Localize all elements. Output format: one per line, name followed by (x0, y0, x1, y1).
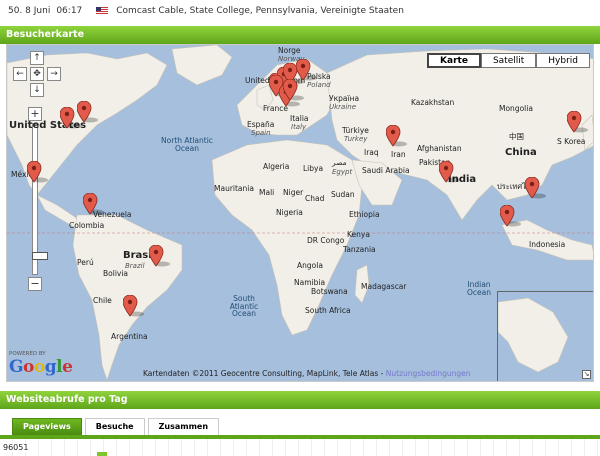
map-label-italy: Italia (290, 114, 309, 123)
visitor-marker-icon[interactable] (525, 177, 547, 199)
map-label-spain-sub: Spain (251, 129, 271, 137)
us-flag-icon (96, 7, 109, 15)
map-label-tanzania: Tanzania (343, 245, 376, 254)
map-label-poland-sub: Poland (307, 81, 331, 89)
visitor-marker-icon[interactable] (149, 245, 171, 267)
map-label-mongolia: Mongolia (499, 104, 533, 113)
last-visit-line: 50. 8 Juni 06:17 Comcast Cable, State Co… (0, 0, 600, 22)
map-label-italy-sub: Italy (291, 123, 307, 131)
pan-left-button[interactable]: ← (13, 67, 27, 81)
map-label-kenya: Kenya (347, 230, 370, 239)
map-label-niger: Niger (283, 188, 304, 197)
visit-date: 50. 8 Juni (8, 6, 51, 16)
map-label-korea: S Korea (557, 137, 586, 146)
map-label-south-africa: South Africa (305, 306, 351, 315)
map-label-indian-ocean: Indian Ocean (467, 280, 491, 297)
map-label-botswana: Botswana (311, 287, 348, 296)
map-label-chile: Chile (93, 296, 112, 305)
map-label-angola: Angola (297, 261, 323, 270)
map-label-south-atlantic: South Atlantic Ocean (229, 294, 259, 318)
google-logo-word: Google (9, 357, 73, 377)
overview-toggle-icon[interactable]: ↘ (582, 370, 591, 379)
visitor-marker-icon[interactable] (77, 101, 99, 123)
zoom-out-button[interactable]: − (28, 277, 42, 291)
map-label-mali: Mali (259, 188, 275, 197)
overview-map-shapes (497, 297, 569, 373)
visit-location: Comcast Cable, State College, Pennsylvan… (116, 6, 404, 16)
map-label-ukraine-sub: Ukraine (329, 103, 357, 111)
visitor-marker-icon[interactable] (83, 193, 105, 215)
pan-control: ↑ ← ✥ → ↓ (9, 51, 65, 101)
tab-pageviews[interactable]: Pageviews (12, 418, 82, 436)
google-logo[interactable]: POWERED BY Google (9, 351, 73, 377)
visitor-marker-icon[interactable] (296, 59, 318, 81)
map-type-map-button[interactable]: Karte (427, 53, 481, 68)
map-label-argentina: Argentina (111, 332, 148, 341)
visitor-marker-icon[interactable] (439, 161, 461, 183)
pan-center-button[interactable]: ✥ (30, 67, 44, 81)
map-label-libya: Libya (303, 164, 324, 173)
pan-right-button[interactable]: → (47, 67, 61, 81)
map-label-egypt-sub: Egypt (332, 168, 353, 176)
map-label-namibia: Namibia (294, 278, 326, 287)
map-label-afghanistan: Afghanistan (417, 144, 462, 153)
map-label-algeria: Algeria (263, 162, 290, 171)
tab-visits[interactable]: Besuche (84, 418, 145, 436)
map-label-turkey-sub: Turkey (344, 135, 368, 143)
visitor-marker-icon[interactable] (123, 295, 145, 317)
map-label-nigeria: Nigeria (276, 208, 303, 217)
map-label-bolivia: Bolivia (103, 269, 129, 278)
visitor-map[interactable]: Karte Satellit Hybrid ↑ ← ✥ → ↓ + − Norg… (6, 44, 594, 382)
map-label-drcongo: DR Congo (307, 236, 345, 245)
map-type-hybrid-button[interactable]: Hybrid (536, 53, 590, 68)
terms-link[interactable]: Nutzungsbedingungen (386, 369, 471, 378)
pan-up-button[interactable]: ↑ (30, 51, 44, 65)
map-label-kazakhstan: Kazakhstan (411, 98, 455, 107)
map-label-china: China (505, 147, 537, 158)
map-label-peru: Perú (77, 258, 94, 267)
map-label-madagascar: Madagascar (361, 282, 407, 291)
map-copyright: Kartendaten ©2011 Geocentre Consulting, … (143, 369, 471, 378)
section-header-pageviews-per-day: Websiteabrufe pro Tag (0, 391, 600, 409)
section-header-visitor-map: Besucherkarte (0, 26, 600, 44)
map-label-indonesia: Indonesia (529, 240, 566, 249)
map-label-spain: España (247, 120, 275, 129)
map-label-sudan: Sudan (331, 190, 355, 199)
pageviews-chart-area (0, 439, 600, 456)
map-label-colombia: Colombia (69, 221, 105, 230)
map-label-iraq: Iraq (364, 148, 379, 157)
zoom-control: + − (28, 107, 48, 293)
tab-combined[interactable]: Zusammen (147, 418, 220, 436)
zoom-in-button[interactable]: + (28, 107, 42, 121)
map-type-control: Karte Satellit Hybrid (427, 53, 590, 68)
map-label-iran: Iran (391, 150, 406, 159)
chart-tabs: Pageviews Besuche Zusammen (12, 418, 222, 436)
visitor-marker-icon[interactable] (386, 125, 408, 147)
overview-map[interactable]: ↘ (497, 291, 593, 381)
pan-down-button[interactable]: ↓ (30, 83, 44, 97)
map-label-ethiopia: Ethiopia (349, 210, 380, 219)
map-label-mauritania: Mauritania (214, 184, 254, 193)
map-label-saudi: Saudi Arabia (362, 166, 410, 175)
visitor-marker-icon[interactable] (283, 79, 305, 101)
chart-y-max-label: 96051 (3, 443, 29, 452)
visitor-marker-icon[interactable] (27, 161, 49, 183)
visit-time: 06:17 (56, 6, 83, 16)
chart-bar (97, 452, 107, 456)
visitor-marker-icon[interactable] (567, 111, 589, 133)
map-label-china-cn: 中国 (509, 132, 524, 141)
zoom-slider-track[interactable] (32, 123, 48, 275)
map-label-ukraine: Україна (329, 94, 360, 103)
map-label-north-atlantic: North Atlantic Ocean (161, 136, 213, 153)
zoom-slider-thumb[interactable] (32, 252, 48, 260)
map-label-chad: Chad (305, 194, 325, 203)
map-label-turkey: Türkiye (342, 126, 369, 135)
map-label-egypt: مصر (332, 158, 347, 167)
map-type-satellite-button[interactable]: Satellit (480, 53, 537, 68)
map-label-norway: Norge (278, 46, 301, 55)
visitor-marker-icon[interactable] (500, 205, 522, 227)
copyright-text: Kartendaten ©2011 Geocentre Consulting, … (143, 369, 386, 378)
